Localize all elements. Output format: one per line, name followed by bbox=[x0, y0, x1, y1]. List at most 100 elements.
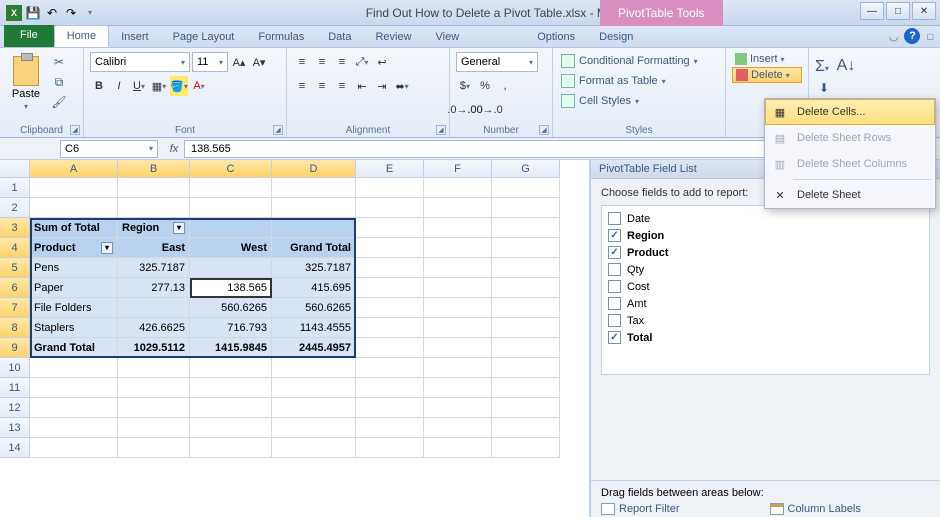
tab-file[interactable]: File bbox=[4, 25, 54, 47]
field-cost[interactable]: Cost bbox=[606, 278, 925, 295]
cell-C8[interactable]: 716.793 bbox=[190, 318, 272, 338]
align-middle-icon[interactable]: ≡ bbox=[313, 52, 331, 72]
cell-F4[interactable] bbox=[424, 238, 492, 258]
cell-C11[interactable] bbox=[190, 378, 272, 398]
cell-E3[interactable] bbox=[356, 218, 424, 238]
cell-D4[interactable]: Grand Total bbox=[272, 238, 356, 258]
align-right-icon[interactable]: ≡ bbox=[333, 76, 351, 96]
cell-F11[interactable] bbox=[424, 378, 492, 398]
cell-C5[interactable] bbox=[190, 258, 272, 278]
number-dialog-launcher[interactable]: ◢ bbox=[539, 125, 549, 135]
cell-A14[interactable] bbox=[30, 438, 118, 458]
field-qty[interactable]: Qty bbox=[606, 261, 925, 278]
cell-B14[interactable] bbox=[118, 438, 190, 458]
align-bottom-icon[interactable]: ≡ bbox=[333, 52, 351, 72]
paste-button[interactable]: Paste ▾ bbox=[6, 50, 46, 116]
alignment-dialog-launcher[interactable]: ◢ bbox=[436, 125, 446, 135]
conditional-formatting-button[interactable]: Conditional Formatting▾ bbox=[559, 52, 719, 70]
italic-button[interactable]: I bbox=[110, 76, 128, 96]
format-as-table-button[interactable]: Format as Table▾ bbox=[559, 72, 719, 90]
row-header-7[interactable]: 7 bbox=[0, 298, 30, 318]
cell-B8[interactable]: 426.6625 bbox=[118, 318, 190, 338]
cell-D2[interactable] bbox=[272, 198, 356, 218]
orientation-icon[interactable]: ⤢▾ bbox=[353, 52, 371, 72]
merge-center-icon[interactable]: ⬌▾ bbox=[393, 76, 411, 96]
area-column-labels[interactable]: Column Labels bbox=[770, 503, 931, 515]
clipboard-dialog-launcher[interactable]: ◢ bbox=[70, 125, 80, 135]
help-icon[interactable]: ? bbox=[904, 28, 920, 44]
cell-G1[interactable] bbox=[492, 178, 560, 198]
number-format-select[interactable]: General▾ bbox=[456, 52, 538, 72]
cell-F2[interactable] bbox=[424, 198, 492, 218]
cell-E6[interactable] bbox=[356, 278, 424, 298]
copy-icon[interactable]: ⧉ bbox=[50, 74, 68, 90]
decrease-font-icon[interactable]: A▾ bbox=[250, 52, 268, 72]
fx-icon[interactable]: fx bbox=[164, 143, 184, 155]
field-product[interactable]: ✓Product bbox=[606, 244, 925, 261]
minimize-button[interactable]: — bbox=[860, 2, 884, 20]
cell-A8[interactable]: Staplers bbox=[30, 318, 118, 338]
cell-C3[interactable] bbox=[190, 218, 272, 238]
cell-C7[interactable]: 560.6265 bbox=[190, 298, 272, 318]
cell-A7[interactable]: File Folders bbox=[30, 298, 118, 318]
cell-A11[interactable] bbox=[30, 378, 118, 398]
cell-C9[interactable]: 1415.9845 bbox=[190, 338, 272, 358]
insert-cells-button[interactable]: Insert▾ bbox=[732, 52, 802, 66]
col-header-g[interactable]: G bbox=[492, 160, 560, 178]
field-checkbox-cost[interactable] bbox=[608, 280, 621, 293]
cell-G10[interactable] bbox=[492, 358, 560, 378]
cell-D10[interactable] bbox=[272, 358, 356, 378]
cell-A6[interactable]: Paper bbox=[30, 278, 118, 298]
name-box[interactable]: C6▾ bbox=[60, 140, 158, 158]
cell-D9[interactable]: 2445.4957 bbox=[272, 338, 356, 358]
decrease-indent-icon[interactable]: ⇤ bbox=[353, 76, 371, 96]
redo-icon[interactable]: ↷ bbox=[63, 5, 79, 21]
cell-B5[interactable]: 325.7187 bbox=[118, 258, 190, 278]
tab-data[interactable]: Data bbox=[316, 27, 363, 47]
field-checkbox-date[interactable] bbox=[608, 212, 621, 225]
field-date[interactable]: Date bbox=[606, 210, 925, 227]
cell-A5[interactable]: Pens bbox=[30, 258, 118, 278]
cell-F3[interactable] bbox=[424, 218, 492, 238]
cell-D12[interactable] bbox=[272, 398, 356, 418]
cell-F6[interactable] bbox=[424, 278, 492, 298]
cell-A9[interactable]: Grand Total bbox=[30, 338, 118, 358]
row-header-4[interactable]: 4 bbox=[0, 238, 30, 258]
cell-A10[interactable] bbox=[30, 358, 118, 378]
cell-E13[interactable] bbox=[356, 418, 424, 438]
cell-G9[interactable] bbox=[492, 338, 560, 358]
col-header-e[interactable]: E bbox=[356, 160, 424, 178]
field-tax[interactable]: Tax bbox=[606, 312, 925, 329]
field-checkbox-product[interactable]: ✓ bbox=[608, 246, 621, 259]
row-header-5[interactable]: 5 bbox=[0, 258, 30, 278]
cell-G11[interactable] bbox=[492, 378, 560, 398]
field-total[interactable]: ✓Total bbox=[606, 329, 925, 346]
sort-filter-icon[interactable]: A↓ bbox=[837, 58, 855, 74]
row-header-1[interactable]: 1 bbox=[0, 178, 30, 198]
cell-C12[interactable] bbox=[190, 398, 272, 418]
row-header-3[interactable]: 3 bbox=[0, 218, 30, 238]
area-report-filter[interactable]: Report Filter bbox=[601, 503, 762, 515]
maximize-button[interactable]: □ bbox=[886, 2, 910, 20]
cell-F13[interactable] bbox=[424, 418, 492, 438]
save-icon[interactable]: 💾 bbox=[25, 5, 41, 21]
field-checkbox-qty[interactable] bbox=[608, 263, 621, 276]
cell-F14[interactable] bbox=[424, 438, 492, 458]
cell-D5[interactable]: 325.7187 bbox=[272, 258, 356, 278]
autosum-icon[interactable]: Σ▾ bbox=[815, 58, 833, 76]
cell-D13[interactable] bbox=[272, 418, 356, 438]
tab-design[interactable]: Design bbox=[587, 27, 645, 47]
increase-font-icon[interactable]: A▴ bbox=[230, 52, 248, 72]
product-filter-icon[interactable]: ▾ bbox=[101, 242, 113, 254]
cell-A4[interactable]: Product▾ bbox=[30, 238, 118, 258]
col-header-a[interactable]: A bbox=[30, 160, 118, 178]
cell-F10[interactable] bbox=[424, 358, 492, 378]
cell-G2[interactable] bbox=[492, 198, 560, 218]
cell-E5[interactable] bbox=[356, 258, 424, 278]
field-checkbox-region[interactable]: ✓ bbox=[608, 229, 621, 242]
cell-styles-button[interactable]: Cell Styles▾ bbox=[559, 92, 719, 110]
tab-page-layout[interactable]: Page Layout bbox=[161, 27, 247, 47]
cell-C6[interactable]: 138.565 bbox=[190, 278, 272, 298]
cell-E4[interactable] bbox=[356, 238, 424, 258]
cell-B13[interactable] bbox=[118, 418, 190, 438]
